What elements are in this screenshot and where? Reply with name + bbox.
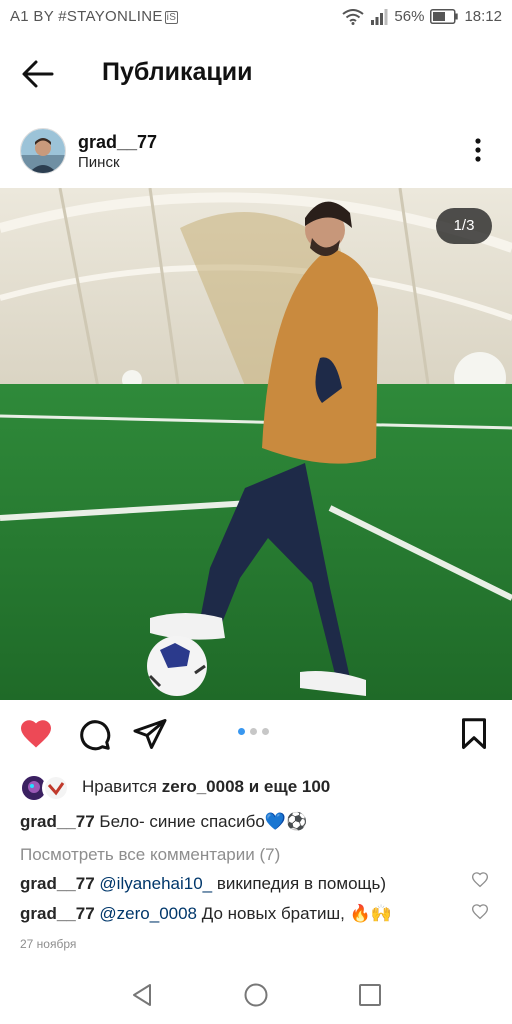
comment-text: До новых братиш, [201,904,345,923]
more-options-button[interactable] [466,136,490,166]
comment-user[interactable]: grad__77 [20,874,95,893]
nav-back-button[interactable] [128,980,158,1010]
likes-row[interactable]: Нравится zero_0008 и еще 100 [20,772,490,802]
comment-text: википедия в помощь) [216,874,387,893]
share-icon [133,719,167,749]
share-button[interactable] [132,716,168,752]
wifi-icon [342,8,365,25]
post-photo[interactable]: 1/3 [0,188,512,700]
carousel-dot [250,728,257,735]
comment-emoji: 🔥🙌 [349,904,392,923]
heart-icon [21,720,51,748]
comment-button[interactable] [76,716,112,752]
signal-icon [371,8,388,25]
nav-home-icon [244,983,268,1007]
clock: 18:12 [464,8,502,25]
comment-item: grad__77 @zero_0008 До новых братиш, 🔥🙌 [20,904,392,924]
app-header: Публикации [0,38,512,110]
carousel-dot [262,728,269,735]
post-header: grad__77 Пинск [0,124,512,186]
post-date: 27 ноября [20,937,77,951]
bookmark-icon [462,718,486,749]
carrier: A1 BY #STAYONLINE iS [10,8,179,25]
post-username[interactable]: grad__77 [78,132,157,153]
comment-item: grad__77 @ilyanehai10_ википедия в помощ… [20,874,386,894]
battery-percent: 56% [394,8,425,25]
back-arrow-icon [22,60,54,88]
comment-like-icon[interactable] [470,870,490,888]
back-button[interactable] [20,56,60,92]
nav-home-button[interactable] [241,980,271,1010]
system-nav-bar [0,966,512,1024]
nav-recents-icon [359,984,381,1006]
caption-user[interactable]: grad__77 [20,812,95,831]
more-vertical-icon [475,138,481,162]
carousel-dot [238,728,245,735]
carousel-indicator [238,728,269,735]
post-location[interactable]: Пинск [78,154,120,171]
like-button[interactable] [18,716,54,752]
user-avatar[interactable] [20,128,66,174]
comment-user[interactable]: grad__77 [20,904,95,923]
comment-like-icon[interactable] [470,902,490,920]
liker-avatar [42,774,70,802]
action-bar [0,706,512,762]
caption: grad__77 Бело- синие спасибо💙⚽ [20,812,307,832]
carousel-counter: 1/3 [436,208,492,244]
comment-mention[interactable]: @zero_0008 [99,904,197,923]
save-button[interactable] [456,716,492,752]
carrier-badge: iS [164,10,179,24]
likes-others[interactable]: и еще 100 [249,777,331,796]
nav-recents-button[interactable] [355,980,385,1010]
likes-text: Нравится zero_0008 и еще 100 [82,777,331,796]
photo-illustration [0,188,512,700]
comment-icon [80,720,111,751]
nav-back-icon [133,984,151,1006]
caption-emoji: 💙⚽ [264,812,308,831]
likes-user[interactable]: zero_0008 [162,777,244,796]
page-title: Публикации [102,58,253,86]
status-right: 56% 18:12 [342,8,502,25]
status-bar: A1 BY #STAYONLINE iS 56% 18:12 [0,0,512,34]
battery-icon [430,9,459,24]
caption-text: Бело- синие спасибо [99,812,265,831]
comment-mention[interactable]: @ilyanehai10_ [99,874,212,893]
view-all-comments-link[interactable]: Посмотреть все комментарии (7) [20,845,280,865]
